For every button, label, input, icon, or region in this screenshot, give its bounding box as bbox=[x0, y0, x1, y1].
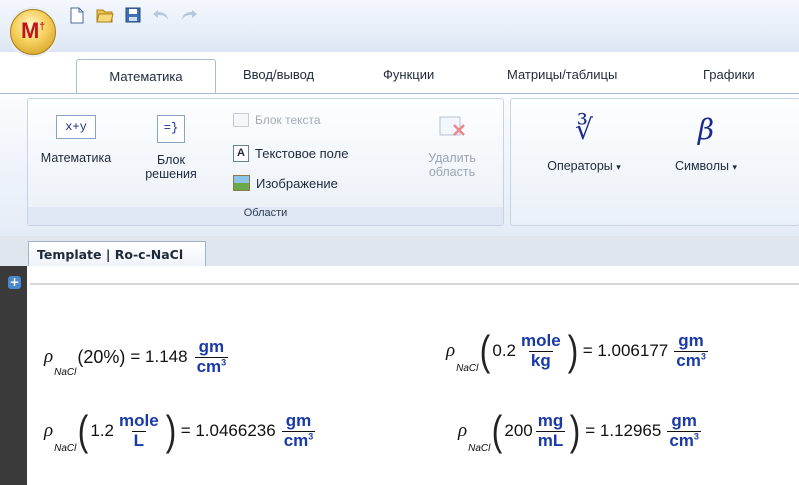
equation-2[interactable]: ρ NaCl ( 0.2 mole kg ) = 1.006177 gm cm3 bbox=[446, 330, 711, 374]
delete-region-icon bbox=[438, 115, 466, 139]
text-field-button[interactable]: A Текстовое поле bbox=[233, 145, 348, 162]
math-region-icon: x+y bbox=[56, 115, 96, 139]
math-region-button[interactable]: x+y Математика bbox=[36, 115, 116, 165]
chevron-down-icon: ▾ bbox=[616, 162, 621, 172]
tab-input-output[interactable]: Ввод/вывод bbox=[243, 67, 314, 82]
unit-fraction: gm cm3 bbox=[667, 410, 701, 450]
image-icon bbox=[233, 175, 250, 191]
cube-root-icon: ∛ bbox=[575, 113, 593, 146]
left-margin-strip bbox=[0, 266, 27, 485]
equation-1[interactable]: ρ NaCl (20%) = 1.148 gm cm3 bbox=[44, 337, 231, 378]
tab-math[interactable]: Математика bbox=[76, 59, 216, 93]
quick-access-toolbar bbox=[68, 6, 198, 24]
unit-fraction: mole kg bbox=[521, 330, 561, 370]
operators-button[interactable]: ∛ Операторы ▾ bbox=[525, 113, 643, 173]
app-logo-letter: M† bbox=[21, 18, 45, 43]
app-menu-button[interactable]: M† bbox=[10, 9, 56, 55]
save-icon[interactable] bbox=[124, 6, 142, 24]
unit-fraction: mole L bbox=[119, 410, 159, 450]
text-block-icon bbox=[233, 113, 249, 127]
tab-functions[interactable]: Функции bbox=[383, 67, 434, 82]
equation-4[interactable]: ρ NaCl ( 200 mg mL ) = 1.12965 gm cm3 bbox=[458, 410, 704, 454]
document-tab-bar: Template | Ro-c-NaCl bbox=[0, 236, 799, 267]
undo-icon[interactable] bbox=[152, 6, 170, 24]
ribbon: x+y Математика =} Блок решения Блок текс… bbox=[0, 93, 799, 237]
worksheet-header-line bbox=[30, 283, 799, 285]
tab-plots[interactable]: Графики bbox=[703, 67, 755, 82]
equation-3[interactable]: ρ NaCl ( 1.2 mole L ) = 1.0466236 gm cm3 bbox=[44, 410, 318, 454]
regions-group: x+y Математика =} Блок решения Блок текс… bbox=[27, 98, 504, 226]
new-document-icon[interactable] bbox=[68, 6, 86, 24]
symbols-button[interactable]: β Символы ▾ bbox=[651, 113, 761, 173]
text-block-button[interactable]: Блок текста bbox=[233, 113, 321, 127]
unit-fraction: gm cm3 bbox=[194, 337, 229, 376]
document-tab[interactable]: Template | Ro-c-NaCl bbox=[28, 241, 207, 267]
open-folder-icon[interactable] bbox=[96, 6, 114, 24]
unit-fraction: gm cm3 bbox=[674, 330, 708, 370]
text-field-icon: A bbox=[233, 145, 249, 162]
ribbon-tabs: Математика Ввод/вывод Функции Матрицы/та… bbox=[0, 52, 799, 94]
unit-fraction: mg mL bbox=[535, 410, 566, 450]
unit-fraction: gm cm3 bbox=[281, 410, 316, 450]
image-button[interactable]: Изображение bbox=[233, 175, 338, 191]
tab-matrices-tables[interactable]: Матрицы/таблицы bbox=[507, 67, 617, 82]
beta-symbol-icon: β bbox=[697, 113, 715, 146]
delete-region-button[interactable]: Удалить область bbox=[412, 115, 492, 179]
chevron-down-icon: ▾ bbox=[732, 162, 738, 172]
solve-block-button[interactable]: =} Блок решения bbox=[138, 115, 204, 181]
expand-plus-icon[interactable]: + bbox=[8, 276, 21, 289]
operators-symbols-group: ∛ Операторы ▾ β Символы ▾ bbox=[510, 98, 799, 226]
regions-group-label: Области bbox=[28, 207, 503, 225]
solve-block-icon: =} bbox=[157, 115, 185, 143]
redo-icon[interactable] bbox=[180, 6, 198, 24]
